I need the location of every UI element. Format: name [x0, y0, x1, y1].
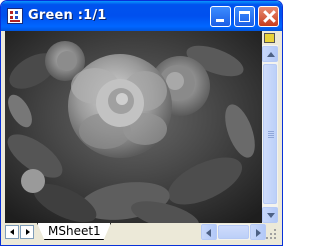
window-title: Green :1/1: [28, 8, 107, 23]
resize-grip[interactable]: [264, 225, 278, 241]
sheet-tab-bar: MSheet1: [5, 223, 278, 241]
flower-photo: [5, 31, 262, 223]
split-view-button[interactable]: [262, 31, 278, 45]
previous-sheet-button[interactable]: [5, 225, 19, 239]
split-icon: [264, 33, 275, 43]
scroll-down-button[interactable]: [262, 207, 278, 223]
horizontal-scroll-thumb[interactable]: [218, 225, 249, 239]
arrow-right-icon: [256, 229, 261, 237]
image-window: Green :1/1 MSheet1: [0, 0, 283, 246]
title-bar[interactable]: Green :1/1: [1, 1, 282, 31]
horizontal-scrollbar[interactable]: [201, 224, 266, 240]
arrow-down-icon: [267, 213, 275, 218]
maximize-icon: [239, 11, 250, 22]
arrow-left-icon: [206, 229, 211, 237]
arrow-left-icon: [10, 229, 14, 235]
vertical-scroll-thumb[interactable]: [263, 64, 277, 204]
maximize-button[interactable]: [234, 6, 255, 27]
minimize-button[interactable]: [210, 6, 231, 27]
arrow-right-icon: [26, 229, 30, 235]
worksheet-icon[interactable]: [7, 8, 23, 24]
sheet-tab-msheet1[interactable]: MSheet1: [37, 223, 111, 240]
image-canvas[interactable]: [5, 31, 262, 223]
close-button[interactable]: [258, 6, 279, 27]
next-sheet-button[interactable]: [20, 225, 34, 239]
scroll-left-button[interactable]: [201, 224, 217, 240]
sheet-tab-label: MSheet1: [48, 224, 101, 238]
scroll-up-button[interactable]: [262, 46, 278, 62]
arrow-up-icon: [267, 52, 275, 57]
minimize-icon: [216, 19, 224, 22]
vertical-scrollbar[interactable]: [262, 31, 278, 223]
